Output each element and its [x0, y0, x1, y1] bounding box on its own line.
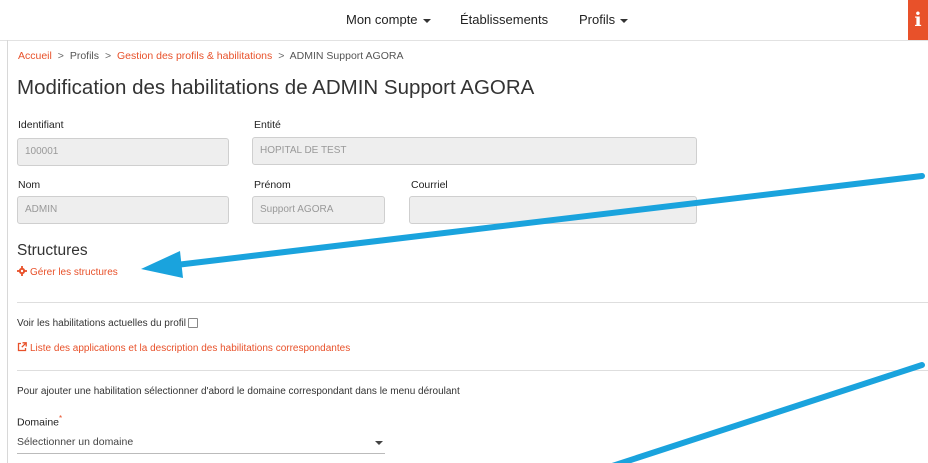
breadcrumb-separator: >: [278, 50, 285, 62]
annotation-arrow: [611, 362, 925, 463]
nom-label: Nom: [18, 179, 41, 191]
breadcrumb-current: ADMIN Support AGORA: [289, 50, 404, 62]
entite-field[interactable]: HOPITAL DE TEST: [252, 137, 697, 165]
domaine-select[interactable]: Sélectionner un domaine: [17, 430, 385, 454]
nom-field[interactable]: ADMIN: [17, 196, 229, 224]
breadcrumb-gestion-profils[interactable]: Gestion des profils & habilitations: [117, 50, 272, 62]
info-icon[interactable]: i: [908, 0, 928, 40]
entite-label: Entité: [254, 119, 281, 131]
domaine-label-text: Domaine: [17, 416, 60, 429]
identifiant-label: Identifiant: [18, 119, 64, 131]
divider: [17, 370, 928, 371]
breadcrumb-separator: >: [57, 50, 64, 62]
show-current-checkbox[interactable]: [187, 318, 198, 329]
domaine-select-value: Sélectionner un domaine: [17, 436, 134, 448]
applications-list-link[interactable]: Liste des applications et la description…: [17, 342, 350, 354]
external-link-icon: [17, 342, 27, 352]
breadcrumb-profils: Profils: [69, 50, 100, 62]
nav-etablissements[interactable]: Établissements: [460, 12, 548, 27]
nav-profils[interactable]: Profils: [579, 12, 629, 27]
show-current-habilitations: Voir les habilitations actuelles du prof…: [17, 318, 198, 329]
courriel-label: Courriel: [411, 179, 448, 191]
identifiant-field[interactable]: 100001: [17, 138, 229, 166]
nav-mon-compte[interactable]: Mon compte: [346, 12, 431, 27]
chevron-down-icon: [375, 441, 383, 445]
divider: [17, 302, 928, 303]
chevron-down-icon: [422, 18, 431, 23]
annotation-arrowhead: [141, 251, 183, 278]
instruction-text: Pour ajouter une habilitation sélectionn…: [17, 386, 460, 397]
manage-structures-label: Gérer les structures: [30, 267, 118, 278]
page-title: Modification des habilitations de ADMIN …: [17, 76, 535, 99]
show-current-label: Voir les habilitations actuelles du prof…: [17, 318, 186, 329]
gear-icon: [17, 266, 27, 276]
domaine-label: Domaine*: [17, 414, 62, 429]
nav-mon-compte-label: Mon compte: [346, 12, 418, 27]
top-navbar: Mon compte Établissements Profils i: [0, 0, 928, 41]
nav-profils-label: Profils: [579, 12, 616, 27]
prenom-label: Prénom: [254, 179, 291, 191]
structures-title: Structures: [17, 242, 88, 259]
breadcrumb: Accueil > Profils > Gestion des profils …: [18, 50, 403, 62]
manage-structures-link[interactable]: Gérer les structures: [17, 266, 118, 278]
chevron-down-icon: [620, 18, 629, 23]
applications-list-label: Liste des applications et la description…: [30, 343, 351, 354]
content-border: [7, 40, 8, 463]
breadcrumb-accueil[interactable]: Accueil: [18, 50, 52, 62]
prenom-field[interactable]: Support AGORA: [252, 196, 385, 224]
breadcrumb-separator: >: [104, 50, 112, 62]
courriel-field[interactable]: [409, 196, 697, 224]
required-mark: *: [59, 414, 63, 423]
